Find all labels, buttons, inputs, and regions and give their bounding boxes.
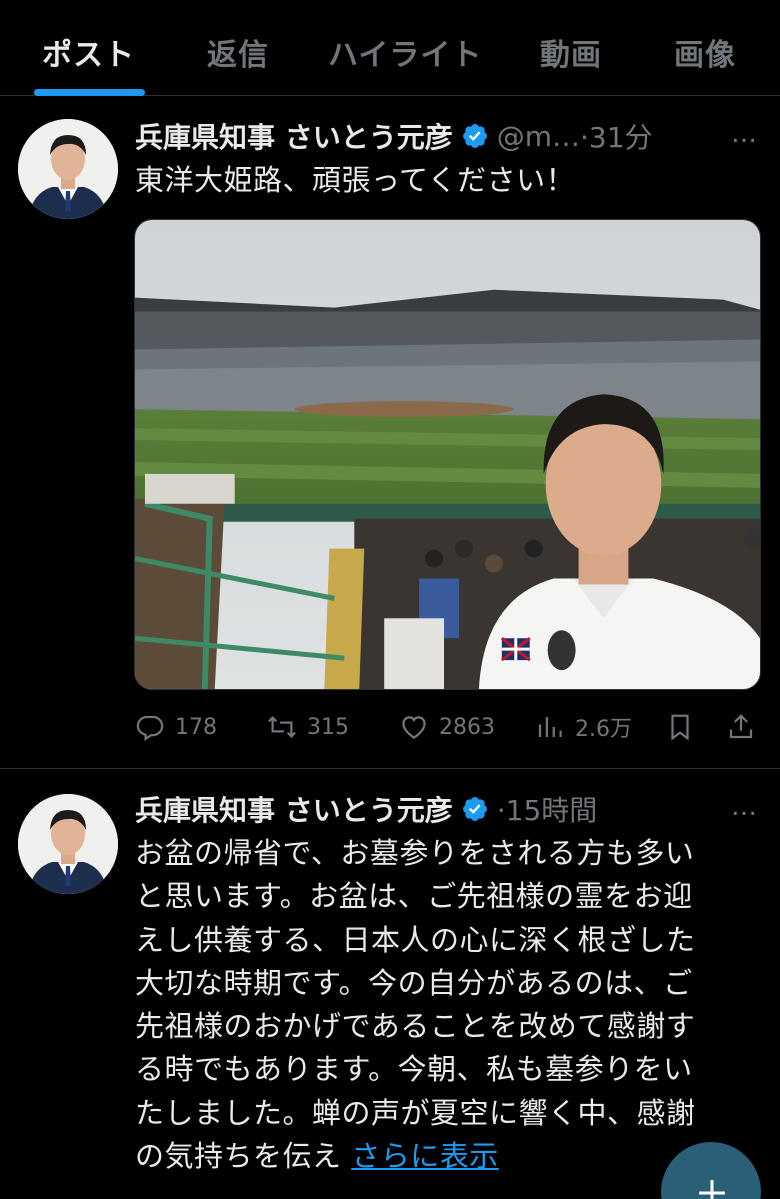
share-button[interactable] xyxy=(726,707,756,747)
repost-count: 315 xyxy=(307,714,349,740)
bookmark-icon xyxy=(671,714,689,741)
post-time[interactable]: ·31分 xyxy=(580,116,653,156)
author-name[interactable]: 兵庫県知事 さいとう元彦 xyxy=(135,116,453,156)
post-text-line: 大切な時期です。今の自分があるのは、ご xyxy=(135,965,693,1000)
avatar[interactable] xyxy=(18,794,118,894)
like-count: 2863 xyxy=(439,714,495,740)
verified-badge-icon xyxy=(461,795,489,823)
post-text-tail: の気持ちを伝え xyxy=(135,1139,342,1174)
reply-icon xyxy=(136,715,164,741)
post-text-line: 先祖様のおかげであることを改めて感謝す xyxy=(135,1009,696,1044)
tab-videos[interactable]: 動画 xyxy=(540,30,602,74)
views-chart-icon xyxy=(538,717,562,737)
views-button[interactable]: 2.6万 xyxy=(535,707,632,747)
more-options-icon[interactable]: … xyxy=(731,792,758,822)
avatar[interactable] xyxy=(18,119,118,219)
post-photo[interactable] xyxy=(134,219,761,690)
post-text: 東洋大姫路、頑張ってください！ xyxy=(135,163,576,197)
show-more-link[interactable]: さらに表示 xyxy=(351,1139,499,1173)
post-header: 兵庫県知事 さいとう元彦 ·15時間 xyxy=(135,788,597,830)
post[interactable]: 兵庫県知事 さいとう元彦 ·15時間 … お盆の帰省で、お墓参りをされる方も多い… xyxy=(0,770,780,1199)
post-text-line: たしました。蝉の声が夏空に響く中、感謝 xyxy=(135,1095,696,1130)
more-options-icon[interactable]: … xyxy=(731,119,758,149)
reply-button[interactable]: 178 xyxy=(135,707,217,747)
post-time[interactable]: ·15時間 xyxy=(497,789,598,829)
share-icon xyxy=(729,714,753,739)
tab-highlights[interactable]: ハイライト xyxy=(328,30,482,74)
profile-tabs: ポスト 返信 ハイライト 動画 画像 xyxy=(0,0,780,96)
like-button[interactable]: 2863 xyxy=(399,707,495,747)
post-header: 兵庫県知事 さいとう元彦 @m… ·31分 xyxy=(135,115,653,157)
post-text: お盆の帰省で、お墓参りをされる方も多い と思います。お盆は、ご先祖様の霊をお迎 … xyxy=(135,832,745,1178)
post-text-line: お盆の帰省で、お墓参りをされる方も多い xyxy=(135,836,695,870)
plus-icon xyxy=(699,1180,725,1199)
repost-icon xyxy=(268,716,296,738)
post-actions: 178 315 2863 2.6万 xyxy=(135,707,760,747)
tab-posts[interactable]: ポスト xyxy=(42,30,135,74)
author-name[interactable]: 兵庫県知事 さいとう元彦 xyxy=(135,789,453,829)
verified-badge-icon xyxy=(461,122,489,150)
post[interactable]: 兵庫県知事 さいとう元彦 @m… ·31分 … 東洋大姫路、頑張ってください！ xyxy=(0,97,780,769)
post-text-line: る時でもあります。今朝、私も墓参りをい xyxy=(135,1052,693,1087)
post-text-line: の気持ちを伝え さらに表示 xyxy=(135,1135,745,1178)
heart-icon xyxy=(402,716,426,739)
post-text-line: えし供養する、日本人の心に深く根ざした xyxy=(135,922,696,957)
reply-count: 178 xyxy=(175,714,217,740)
view-count: 2.6万 xyxy=(575,717,632,742)
author-handle: @m… xyxy=(496,119,581,153)
tab-images[interactable]: 画像 xyxy=(674,30,736,74)
bookmark-button[interactable] xyxy=(665,707,695,747)
repost-button[interactable]: 315 xyxy=(267,707,349,747)
active-tab-indicator xyxy=(34,89,145,96)
post-text-line: と思います。お盆は、ご先祖様の霊をお迎 xyxy=(135,879,693,914)
tab-replies[interactable]: 返信 xyxy=(207,30,269,74)
